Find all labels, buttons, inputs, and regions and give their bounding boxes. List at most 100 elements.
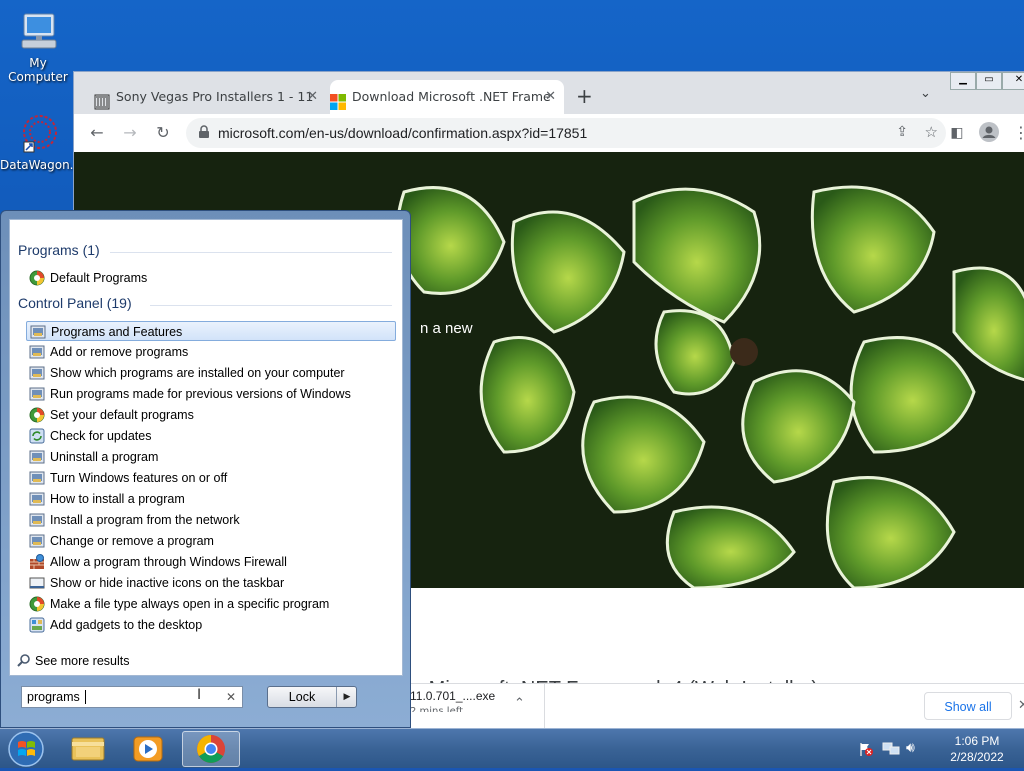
share-icon[interactable]: ⇪ [896,124,908,140]
download-status: 2 mins left [410,706,463,712]
download-filename[interactable]: 11.0.701_....exe [410,689,495,703]
lock-options-arrow-icon[interactable]: ▶ [338,687,356,707]
bookmark-star-icon[interactable]: ☆ [925,123,938,141]
close-window-button[interactable]: ✕ [1002,72,1024,90]
result-allow-through-firewall[interactable]: Allow a program through Windows Firewall [26,552,396,572]
tab-search-icon[interactable]: ⌄ [920,86,931,101]
control-panel-icon [29,533,45,549]
desktop-icon-datawagon[interactable]: DataWagon... [0,112,81,172]
side-panel-icon[interactable]: ◧ [946,122,968,144]
archive-favicon-icon [94,89,110,110]
result-how-to-install[interactable]: How to install a program [26,489,396,509]
maximize-button[interactable]: ▭ [976,72,1002,90]
back-arrow-icon[interactable]: ← [86,122,108,144]
divider [110,252,392,253]
result-file-type-association[interactable]: Make a file type always open in a specif… [26,594,396,614]
show-all-button[interactable]: Show all [924,692,1012,720]
see-more-results-link[interactable]: See more results [17,651,129,671]
result-label: Check for updates [50,429,152,443]
action-center-flag-icon[interactable] [858,741,874,760]
taskbar-explorer-button[interactable] [60,731,116,767]
taskbar-chrome-button[interactable] [182,731,240,767]
tab-sony-vegas[interactable]: Sony Vegas Pro Installers 1 - 11 ✕ [94,80,326,114]
result-add-gadgets[interactable]: Add gadgets to the desktop [26,615,396,635]
control-panel-icon [29,512,45,528]
network-icon[interactable] [882,741,900,760]
divider [544,684,545,730]
text-caret [85,690,86,704]
default-programs-icon [29,596,45,612]
address-bar[interactable]: microsoft.com/en-us/download/confirmatio… [186,118,946,148]
lock-button-label: Lock [288,690,316,704]
result-label: Default Programs [50,271,148,285]
result-label: Run programs made for previous versions … [50,387,351,401]
group-heading-control-panel[interactable]: Control Panel (19) [18,295,132,311]
tab-title: Sony Vegas Pro Installers 1 - 11 [116,89,314,104]
result-windows-features[interactable]: Turn Windows features on or off [26,468,396,488]
divider [336,687,337,707]
result-default-programs[interactable]: Default Programs [26,268,396,288]
result-install-from-network[interactable]: Install a program from the network [26,510,396,530]
clock-time: 1:06 PM [954,734,1000,748]
result-run-older-programs[interactable]: Run programs made for previous versions … [26,384,396,404]
result-label: Turn Windows features on or off [50,471,228,485]
text-cursor-icon: I [197,687,202,703]
result-label: Set your default programs [50,408,194,422]
chevron-up-icon[interactable]: ⌃ [514,696,525,711]
search-input-value[interactable]: programs [27,690,80,704]
tab-dotnet-download[interactable]: Download Microsoft .NET Frame ✕ [330,80,564,114]
new-tab-button[interactable]: + [576,84,593,108]
start-search-input[interactable]: programs ✕ [21,686,243,708]
result-show-installed-programs[interactable]: Show which programs are installed on you… [26,363,396,383]
reload-icon[interactable]: ↻ [152,122,174,144]
result-label: How to install a program [50,492,185,506]
windows-update-icon [29,428,45,444]
control-panel-icon [29,449,45,465]
result-set-default-programs[interactable]: Set your default programs [26,405,396,425]
profile-avatar-icon[interactable] [978,122,1000,144]
result-label: Add or remove programs [50,345,189,359]
close-icon[interactable]: ✕ [545,80,556,114]
control-panel-icon [29,344,45,360]
result-change-or-remove[interactable]: Change or remove a program [26,531,396,551]
taskbar-icon [29,575,45,591]
result-label: Add gadgets to the desktop [50,618,203,632]
control-panel-icon [29,491,45,507]
tab-title: Download Microsoft .NET Frame [352,89,551,104]
group-heading-programs[interactable]: Programs (1) [18,242,100,258]
result-add-or-remove-programs[interactable]: Add or remove programs [26,342,396,362]
result-show-hide-tray-icons[interactable]: Show or hide inactive icons on the taskb… [26,573,396,593]
control-panel-icon [29,365,45,381]
result-label: Install a program from the network [50,513,240,527]
menu-kebab-icon[interactable]: ⋮ [1010,122,1024,144]
start-orb-button[interactable] [4,730,48,768]
see-more-label: See more results [35,654,130,668]
firewall-icon [29,554,45,570]
default-programs-icon [29,270,45,286]
clock[interactable]: 1:06 PM 2/28/2022 [932,733,1022,765]
result-check-for-updates[interactable]: Check for updates [26,426,396,446]
volume-icon[interactable]: 🔊︎ [906,740,915,756]
result-uninstall-a-program[interactable]: Uninstall a program [26,447,396,467]
gadgets-icon [29,617,45,633]
microsoft-logo-icon [330,89,346,110]
desktop-icon-label: My Computer [8,56,68,84]
default-programs-icon [29,407,45,423]
lock-button[interactable]: Lock ▶ [267,686,357,708]
divider [150,305,392,306]
result-programs-and-features[interactable]: Programs and Features [26,321,396,341]
close-icon[interactable]: ✕ [307,80,318,114]
lock-icon[interactable] [198,125,210,142]
clear-search-icon[interactable]: ✕ [226,690,236,704]
close-icon[interactable]: ✕ [1018,698,1024,713]
result-label: Show or hide inactive icons on the taskb… [50,576,285,590]
url-text[interactable]: microsoft.com/en-us/download/confirmatio… [218,118,587,148]
hero-text: n a new [420,320,473,337]
taskbar-media-player-button[interactable] [120,731,176,767]
desktop-icon-my-computer[interactable]: My Computer [0,10,76,84]
taskbar: 🔊︎ 1:06 PM 2/28/2022 [0,728,1024,768]
result-label: Programs and Features [51,325,183,339]
minimize-button[interactable]: ▁ [950,72,976,90]
forward-arrow-icon[interactable]: → [119,122,141,144]
result-label: Allow a program through Windows Firewall [50,555,287,569]
